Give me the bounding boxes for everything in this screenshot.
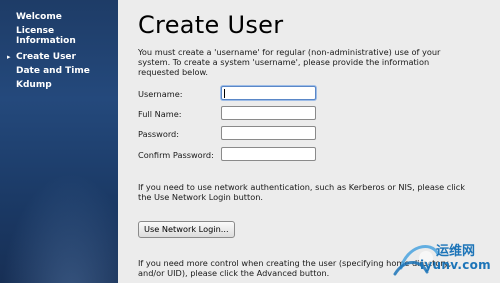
- username-field[interactable]: [221, 86, 316, 100]
- steps-sidebar: Welcome License Information ▸ Create Use…: [0, 0, 118, 283]
- sidebar-item-license-information: License Information: [16, 26, 76, 46]
- confirm-password-field[interactable]: [221, 147, 316, 161]
- sidebar-item-kdump: Kdump: [16, 80, 52, 90]
- password-label: Password:: [138, 129, 180, 139]
- use-network-login-button[interactable]: Use Network Login...: [138, 221, 235, 238]
- username-label: Username:: [138, 89, 183, 99]
- watermark-brand: 运维网: [436, 244, 476, 259]
- sidebar-item-create-user: Create User: [16, 52, 76, 62]
- network-auth-text: If you need to use network authenticatio…: [138, 182, 466, 202]
- sidebar-item-date-and-time: Date and Time: [16, 66, 90, 76]
- full-name-label: Full Name:: [138, 109, 182, 119]
- current-step-arrow-icon: ▸: [7, 53, 11, 61]
- confirm-password-label: Confirm Password:: [138, 150, 214, 160]
- password-field[interactable]: [221, 126, 316, 140]
- watermark-url: iyunv.com: [420, 258, 491, 272]
- text-caret: [224, 89, 225, 98]
- intro-text: You must create a 'username' for regular…: [138, 47, 441, 77]
- full-name-field[interactable]: [221, 106, 316, 120]
- sidebar-item-welcome: Welcome: [16, 12, 62, 22]
- page-title: Create User: [138, 11, 284, 39]
